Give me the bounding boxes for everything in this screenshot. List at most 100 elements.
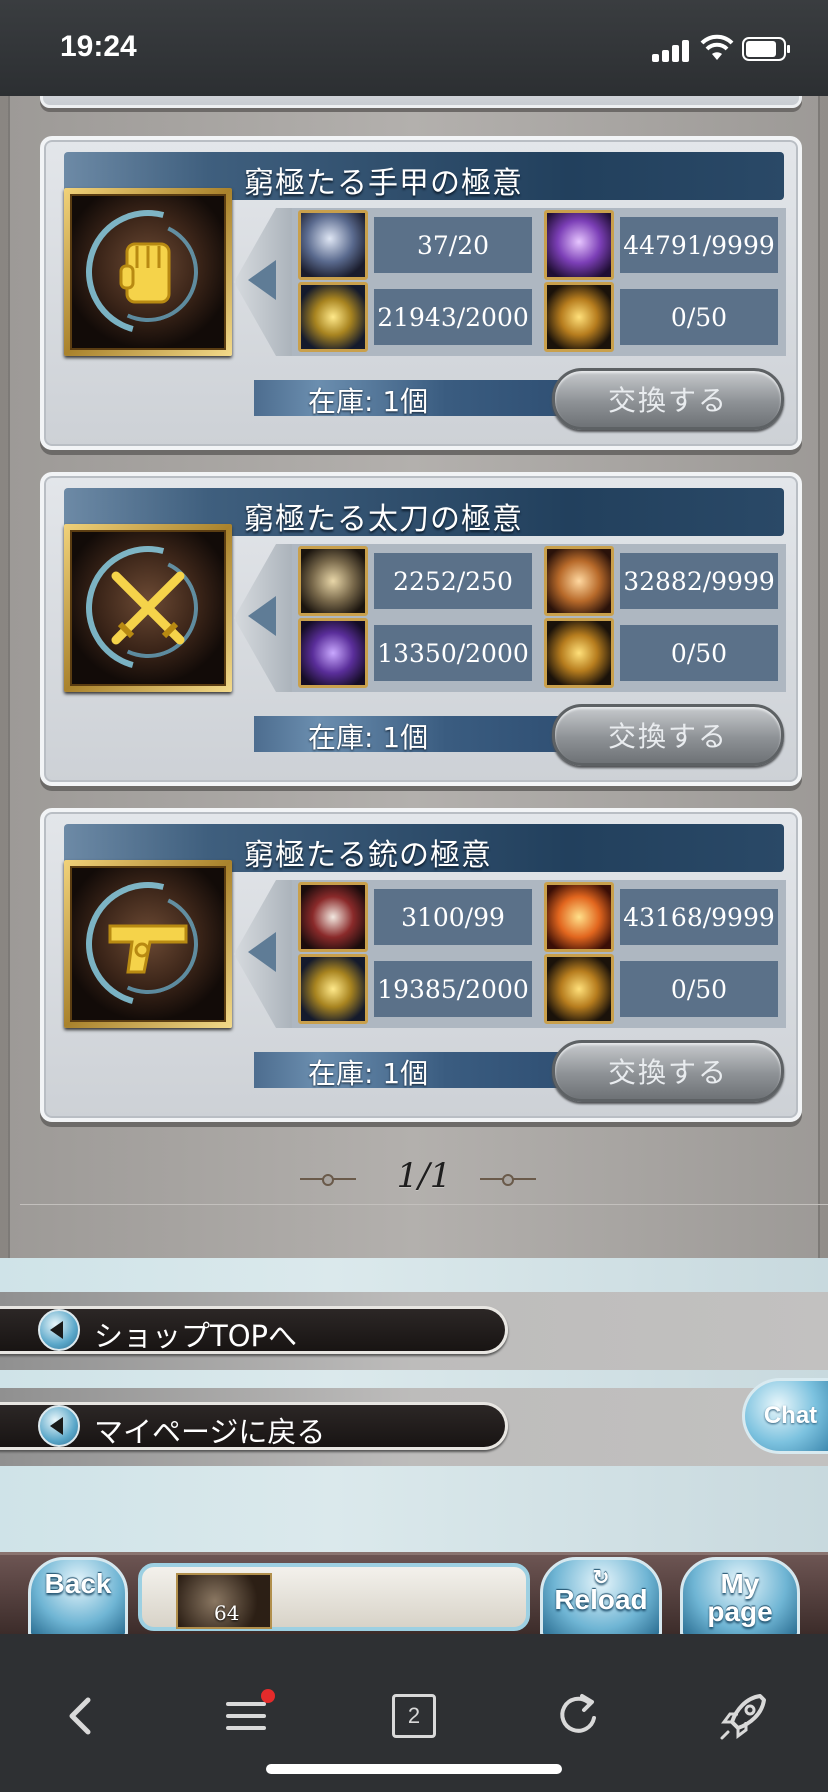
stock-label: 在庫: 1個 [308, 385, 429, 418]
exchange-card: 窮極たる太刀の極意 2252/250 32882/9999 13350/2000… [40, 472, 802, 786]
material-count: 21943/2000 [374, 289, 532, 345]
item-frame [64, 188, 232, 356]
card-title: 窮極たる太刀の極意 [244, 502, 523, 537]
reload-button[interactable]: ↻ Reload [540, 1557, 662, 1634]
rocket-icon[interactable] [714, 1686, 774, 1746]
material-count: 37/20 [374, 217, 532, 273]
purple-rose-icon [544, 210, 614, 280]
divider [20, 1204, 828, 1205]
cellular-signal-icon [652, 38, 690, 62]
material-slot: 37/20 [298, 210, 538, 280]
notification-dot [261, 1689, 275, 1703]
refresh-icon[interactable] [548, 1686, 608, 1746]
gold-fragment-icon [298, 282, 368, 352]
material-slot: 13350/2000 [298, 618, 538, 688]
material-slot: 44791/9999 [544, 210, 784, 280]
tab-count: 2 [392, 1694, 436, 1738]
battery-icon [742, 37, 790, 61]
exchange-card: 窮極たる銃の極意 3100/99 43168/9999 19385/2000 0… [40, 808, 802, 1122]
my-page-label: マイページに戻る [94, 1415, 326, 1449]
material-count: 0/50 [620, 289, 778, 345]
card-title: 窮極たる銃の極意 [244, 838, 492, 873]
status-bar: 19:24 [0, 0, 828, 96]
material-slot: 0/50 [544, 618, 784, 688]
chat-button[interactable]: Chat [742, 1378, 828, 1454]
page-indicator: 1/1 [396, 1156, 452, 1196]
wifi-icon [700, 34, 734, 60]
material-count: 43168/9999 [620, 889, 778, 945]
purple-crystal-icon [298, 618, 368, 688]
materials-block: 37/20 44791/9999 21943/2000 0/50 [234, 208, 786, 356]
nav-strip: マイページに戻る [0, 1388, 828, 1466]
flame-crystal-icon [544, 546, 614, 616]
material-count: 44791/9999 [620, 217, 778, 273]
reload-button-label: Reload [554, 1584, 648, 1615]
triangle-left-icon [248, 260, 276, 300]
material-slot: 43168/9999 [544, 882, 784, 952]
fire-rose-icon [544, 882, 614, 952]
stock-label: 在庫: 1個 [308, 721, 429, 754]
materials-block: 3100/99 43168/9999 19385/2000 0/50 [234, 880, 786, 1028]
back-arrow-icon [38, 1405, 80, 1447]
material-count: 2252/250 [374, 553, 532, 609]
back-chevron-icon[interactable] [52, 1686, 112, 1746]
material-slot: 0/50 [544, 954, 784, 1024]
tome-icon [298, 882, 368, 952]
gauntlet-icon [70, 194, 226, 350]
pagination-ornament-left [300, 1174, 356, 1186]
shop-panel: 窮極たる手甲の極意 37/20 44791/9999 21943/2000 0/… [8, 96, 828, 1354]
material-count: 13350/2000 [374, 625, 532, 681]
game-bottom-bar: Back 64 ↻ Reload My page [0, 1552, 828, 1634]
exchange-card: 窮極たる手甲の極意 37/20 44791/9999 21943/2000 0/… [40, 136, 802, 450]
exchange-button[interactable]: 交換する [552, 704, 784, 766]
exchange-button[interactable]: 交換する [552, 1040, 784, 1102]
my-page-button[interactable]: マイページに戻る [0, 1402, 508, 1450]
previous-card-stub [40, 96, 802, 108]
gold-crest-icon [544, 954, 614, 1024]
back-button[interactable]: Back [28, 1557, 128, 1634]
nav-strip: ショップTOPへ [0, 1292, 828, 1370]
item-count: 64 [214, 1601, 240, 1625]
mypage-label-line2: page [707, 1596, 773, 1627]
gun-icon [70, 866, 226, 1022]
stock-label: 在庫: 1個 [308, 1057, 429, 1090]
material-slot: 32882/9999 [544, 546, 784, 616]
pagination-ornament-right [480, 1174, 536, 1186]
status-time: 19:24 [60, 30, 137, 63]
material-count: 0/50 [620, 961, 778, 1017]
gear-relic-icon [298, 546, 368, 616]
item-frame [64, 524, 232, 692]
material-slot: 0/50 [544, 282, 784, 352]
crossed-swords-icon [70, 530, 226, 686]
tabs-button[interactable]: 2 [384, 1686, 444, 1746]
mypage-label-line1: My [720, 1568, 760, 1599]
game-viewport: 窮極たる手甲の極意 37/20 44791/9999 21943/2000 0/… [0, 96, 828, 1634]
material-count: 19385/2000 [374, 961, 532, 1017]
item-thumbnail[interactable]: 64 [176, 1573, 272, 1629]
triangle-left-icon [248, 596, 276, 636]
material-slot: 3100/99 [298, 882, 538, 952]
shop-top-button[interactable]: ショップTOPへ [0, 1306, 508, 1354]
home-indicator [266, 1764, 562, 1774]
shop-top-label: ショップTOPへ [94, 1319, 298, 1353]
gold-crest-icon [544, 618, 614, 688]
back-arrow-icon [38, 1309, 80, 1351]
triangle-left-icon [248, 932, 276, 972]
card-title: 窮極たる手甲の極意 [244, 166, 523, 201]
menu-icon[interactable] [218, 1686, 278, 1746]
material-count: 32882/9999 [620, 553, 778, 609]
back-button-label: Back [44, 1568, 112, 1599]
orb-icon [298, 210, 368, 280]
gold-crest-icon [544, 282, 614, 352]
materials-block: 2252/250 32882/9999 13350/2000 0/50 [234, 544, 786, 692]
gold-fragment-icon [298, 954, 368, 1024]
material-slot: 2252/250 [298, 546, 538, 616]
material-slot: 21943/2000 [298, 282, 538, 352]
pagination: 1/1 [10, 1156, 828, 1206]
exchange-button[interactable]: 交換する [552, 368, 784, 430]
material-count: 0/50 [620, 625, 778, 681]
mypage-button[interactable]: My page [680, 1557, 800, 1634]
material-count: 3100/99 [374, 889, 532, 945]
item-frame [64, 860, 232, 1028]
material-slot: 19385/2000 [298, 954, 538, 1024]
